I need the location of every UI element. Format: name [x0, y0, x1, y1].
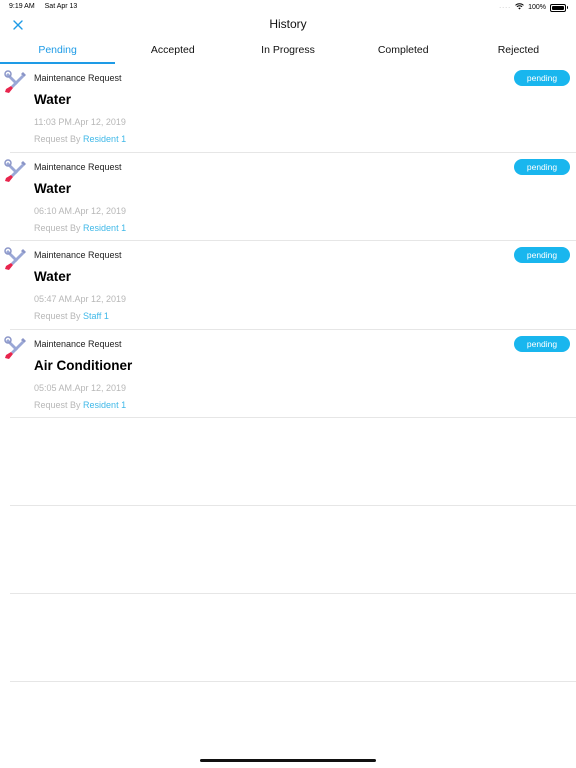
request-type: Maintenance Request — [34, 338, 122, 349]
request-type: Maintenance Request — [34, 250, 122, 260]
tools-icon — [4, 70, 26, 93]
home-indicator[interactable] — [200, 759, 376, 762]
requester-name[interactable]: Staff 1 — [83, 311, 109, 321]
request-type: Maintenance Request — [34, 73, 122, 83]
status-time: 9:19 AM — [9, 3, 35, 10]
request-row[interactable]: Maintenance Request Water 11:03 PM.Apr 1… — [4, 64, 576, 153]
tab-pending[interactable]: Pending — [0, 38, 116, 64]
request-by: Request By Staff 1 — [34, 311, 109, 321]
request-type: Maintenance Request — [34, 161, 122, 172]
request-row[interactable]: Maintenance Request Water 06:10 AM.Apr 1… — [4, 153, 576, 241]
request-row[interactable]: Maintenance Request Water 05:47 AM.Apr 1… — [4, 241, 576, 330]
battery-percent: 100% — [528, 4, 546, 11]
request-row[interactable]: Maintenance Request Air Conditioner 05:0… — [4, 330, 576, 418]
request-time: 05:47 AM.Apr 12, 2019 — [34, 294, 127, 304]
tools-icon — [4, 335, 26, 359]
tab-accepted[interactable]: Accepted — [115, 38, 230, 64]
status-badge[interactable]: pending — [514, 70, 570, 86]
status-badge[interactable]: pending — [514, 247, 570, 263]
wifi-icon — [515, 3, 524, 12]
status-tabs: Pending Accepted In Progress Completed R… — [0, 38, 576, 64]
battery-icon — [550, 3, 568, 12]
request-by-label: Request By — [34, 134, 81, 144]
status-badge[interactable]: pending — [514, 158, 570, 175]
tab-rejected[interactable]: Rejected — [461, 38, 576, 64]
tools-icon — [4, 158, 26, 182]
request-time: 11:03 PM.Apr 12, 2019 — [34, 117, 126, 127]
request-by-label: Request By — [34, 222, 81, 233]
tools-icon — [4, 247, 26, 270]
request-title: Water — [34, 92, 72, 107]
request-by-label: Request By — [34, 311, 81, 321]
empty-row-separator — [10, 418, 576, 506]
status-bar: 9:19 AM Sat Apr 13 ···· 100% — [0, 0, 576, 14]
request-by: Request By Resident 1 — [34, 400, 126, 410]
signal-icon: ···· — [499, 4, 512, 11]
request-by: Request By Resident 1 — [34, 223, 126, 233]
request-title: Water — [34, 269, 72, 284]
empty-row-separator — [10, 506, 576, 594]
request-time: 06:10 AM.Apr 12, 2019 — [34, 205, 127, 216]
requester-name[interactable]: Resident 1 — [83, 223, 126, 233]
tab-in-progress[interactable]: In Progress — [230, 38, 345, 64]
status-date: Sat Apr 13 — [44, 3, 78, 10]
empty-row-separator — [10, 594, 576, 682]
requester-name[interactable]: Resident 1 — [83, 134, 126, 144]
request-by: Request By Resident 1 — [34, 134, 126, 144]
request-by-label: Request By — [34, 399, 81, 410]
request-list: Maintenance Request Water 11:03 PM.Apr 1… — [0, 64, 576, 682]
request-title: Air Conditioner — [34, 357, 133, 373]
status-badge[interactable]: pending — [514, 335, 570, 352]
page-title: History — [269, 17, 307, 31]
requester-name[interactable]: Resident 1 — [83, 400, 126, 410]
request-title: Water — [34, 180, 72, 196]
request-time: 05:05 AM.Apr 12, 2019 — [34, 382, 127, 393]
nav-bar: History — [0, 14, 576, 36]
tab-completed[interactable]: Completed — [346, 38, 461, 64]
